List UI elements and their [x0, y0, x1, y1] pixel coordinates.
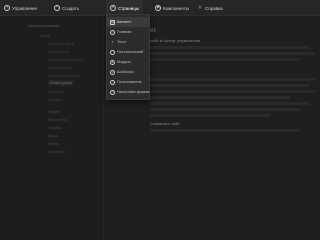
sidebar-item[interactable]: Администрирование [48, 74, 79, 78]
menu-item-modules[interactable]: ● Модули [107, 57, 149, 67]
menu-item-label: Текст [117, 40, 127, 44]
nav-item-label: Компоненты [163, 5, 189, 11]
text-icon: T [111, 40, 114, 44]
menu-item-label: Модули [117, 60, 131, 64]
nav-item-help[interactable]: ⚕ Справка [197, 0, 223, 16]
settings-icon: ○ [110, 89, 115, 95]
sidebar-item[interactable]: Модули [48, 110, 60, 114]
plus-icon: + [54, 5, 60, 11]
text-line [150, 114, 270, 117]
sidebar-item-active[interactable]: Конфигурация [48, 80, 75, 86]
sidebar-item[interactable]: Компоненты [48, 118, 67, 122]
text-line [150, 96, 290, 99]
sidebar-item[interactable]: Права доступа [48, 66, 71, 70]
templates-icon: ◐ [110, 69, 115, 75]
menu-item-user[interactable]: ◔ Пользователь [107, 77, 149, 87]
content-icon: ▤ [110, 19, 115, 25]
sidebar-item[interactable]: Языки [48, 134, 58, 138]
home-icon: ⌂ [110, 29, 115, 35]
text-line [150, 52, 315, 55]
sidebar: Администрирование Обзор Настройки сайта … [0, 16, 104, 240]
menu-item-label: Контент [117, 20, 132, 24]
text-line [150, 129, 300, 132]
sidebar-item[interactable]: Медиа [48, 142, 58, 146]
menu-item-label: Нестатический [117, 50, 144, 54]
menu-item-text[interactable]: T Текст [107, 37, 149, 47]
pages-dropdown-menu: ▤ Контент ⌂ Главная T Текст Нестатически… [106, 14, 150, 100]
text-line [150, 46, 310, 49]
sidebar-item[interactable]: Настройки [48, 90, 64, 94]
circle-icon [110, 49, 115, 55]
menu-item-nonstatic[interactable]: Нестатический [107, 47, 149, 57]
pages-icon: ≡ [110, 5, 116, 11]
nav-item-manage[interactable]: ✎ Управление [4, 0, 37, 16]
menu-item-content[interactable]: ▤ Контент [107, 17, 149, 27]
page-subtitle: сайт в Центр управления [150, 38, 201, 43]
text-line [150, 108, 300, 111]
page-title: ет [150, 28, 157, 34]
sidebar-item[interactable]: Шаблоны [48, 98, 63, 102]
nav-item-label: Создать [62, 5, 80, 11]
modules-icon: ● [110, 59, 115, 65]
section-heading: Сохранить сайт [150, 122, 180, 126]
wrench-icon: ✎ [4, 5, 10, 11]
menu-item-label: Главная [117, 30, 132, 34]
sidebar-item[interactable]: Статистика [48, 150, 65, 154]
components-icon: ◉ [155, 5, 161, 11]
nav-item-label: Страницы [118, 5, 140, 11]
top-navigation-bar: ✎ Управление + Создать ≡ Страницы ◉ Комп… [0, 0, 320, 16]
user-icon: ◔ [110, 79, 115, 85]
nav-item-create[interactable]: + Создать [54, 0, 79, 16]
nav-item-components[interactable]: ◉ Компоненты [155, 0, 189, 16]
sidebar-item[interactable]: Администрирование [28, 24, 59, 28]
menu-item-label: Пользователь [117, 80, 142, 84]
menu-item-home[interactable]: ⌂ Главная [107, 27, 149, 37]
sidebar-item[interactable]: Пользователи [48, 50, 70, 54]
text-line [150, 84, 310, 87]
text-line [150, 58, 300, 61]
sidebar-item[interactable]: Настройки сайта [48, 42, 74, 46]
text-line [150, 90, 316, 93]
text-line [150, 78, 315, 81]
nav-item-label: Управление [12, 5, 38, 11]
sidebar-item[interactable]: Группы пользователей [48, 58, 83, 62]
sidebar-item[interactable]: Плагины [48, 126, 61, 130]
menu-item-label: Шаблоны [117, 70, 134, 74]
text-line [150, 102, 310, 105]
menu-item-templates[interactable]: ◐ Шаблоны [107, 67, 149, 77]
menu-item-form-settings[interactable]: ○ Настройки формы [107, 87, 149, 97]
help-icon: ⚕ [198, 4, 202, 11]
menu-item-label: Настройки формы [117, 90, 150, 94]
nav-item-label: Справка [205, 5, 223, 11]
sidebar-item[interactable]: Обзор [40, 34, 50, 38]
